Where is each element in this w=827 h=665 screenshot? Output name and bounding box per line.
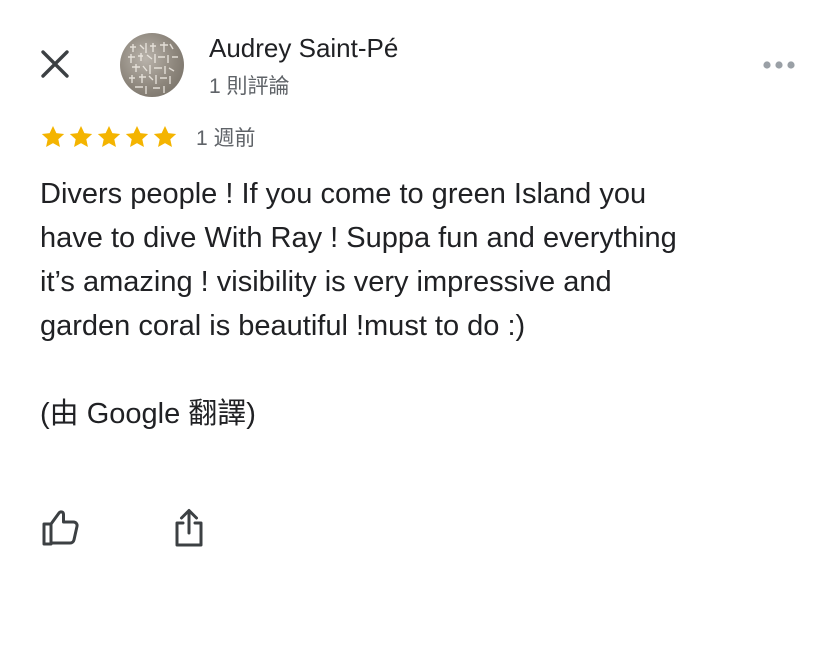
avatar-image — [128, 42, 178, 94]
like-button[interactable] — [38, 504, 84, 550]
share-button[interactable] — [166, 504, 212, 552]
rating-row: 1 週前 — [40, 122, 256, 152]
avatar[interactable] — [120, 33, 184, 97]
review-text-line: it’s amazing ! visibility is very impres… — [40, 266, 612, 298]
star-icon — [97, 125, 121, 147]
more-horizontal-icon — [763, 61, 795, 69]
star-icon — [69, 125, 93, 147]
review-text-line: garden coral is beautiful !must to do :) — [40, 310, 526, 342]
thumb-up-icon — [42, 510, 79, 546]
star-rating — [40, 124, 178, 150]
review-text-line: have to dive With Ray ! Suppa fun and ev… — [40, 222, 677, 254]
review-time: 1 週前 — [196, 127, 256, 150]
more-options-button[interactable] — [760, 52, 800, 78]
share-icon — [175, 509, 203, 547]
star-icon — [41, 125, 65, 147]
star-icon — [153, 125, 177, 147]
review-detail-page: Audrey Saint-Pé 1 則評論 1 週前 Divers people… — [0, 0, 827, 665]
translated-by-google-label[interactable]: (由 Google 翻譯) — [40, 392, 256, 436]
close-button[interactable] — [34, 42, 78, 86]
review-text-line: Divers people ! If you come to green Isl… — [40, 178, 647, 210]
review-body: Divers people ! If you come to green Isl… — [40, 172, 800, 348]
author-review-count: 1 則評論 — [209, 75, 290, 98]
close-icon — [41, 50, 69, 78]
star-icon — [125, 125, 149, 147]
author-name[interactable]: Audrey Saint-Pé — [209, 33, 398, 64]
